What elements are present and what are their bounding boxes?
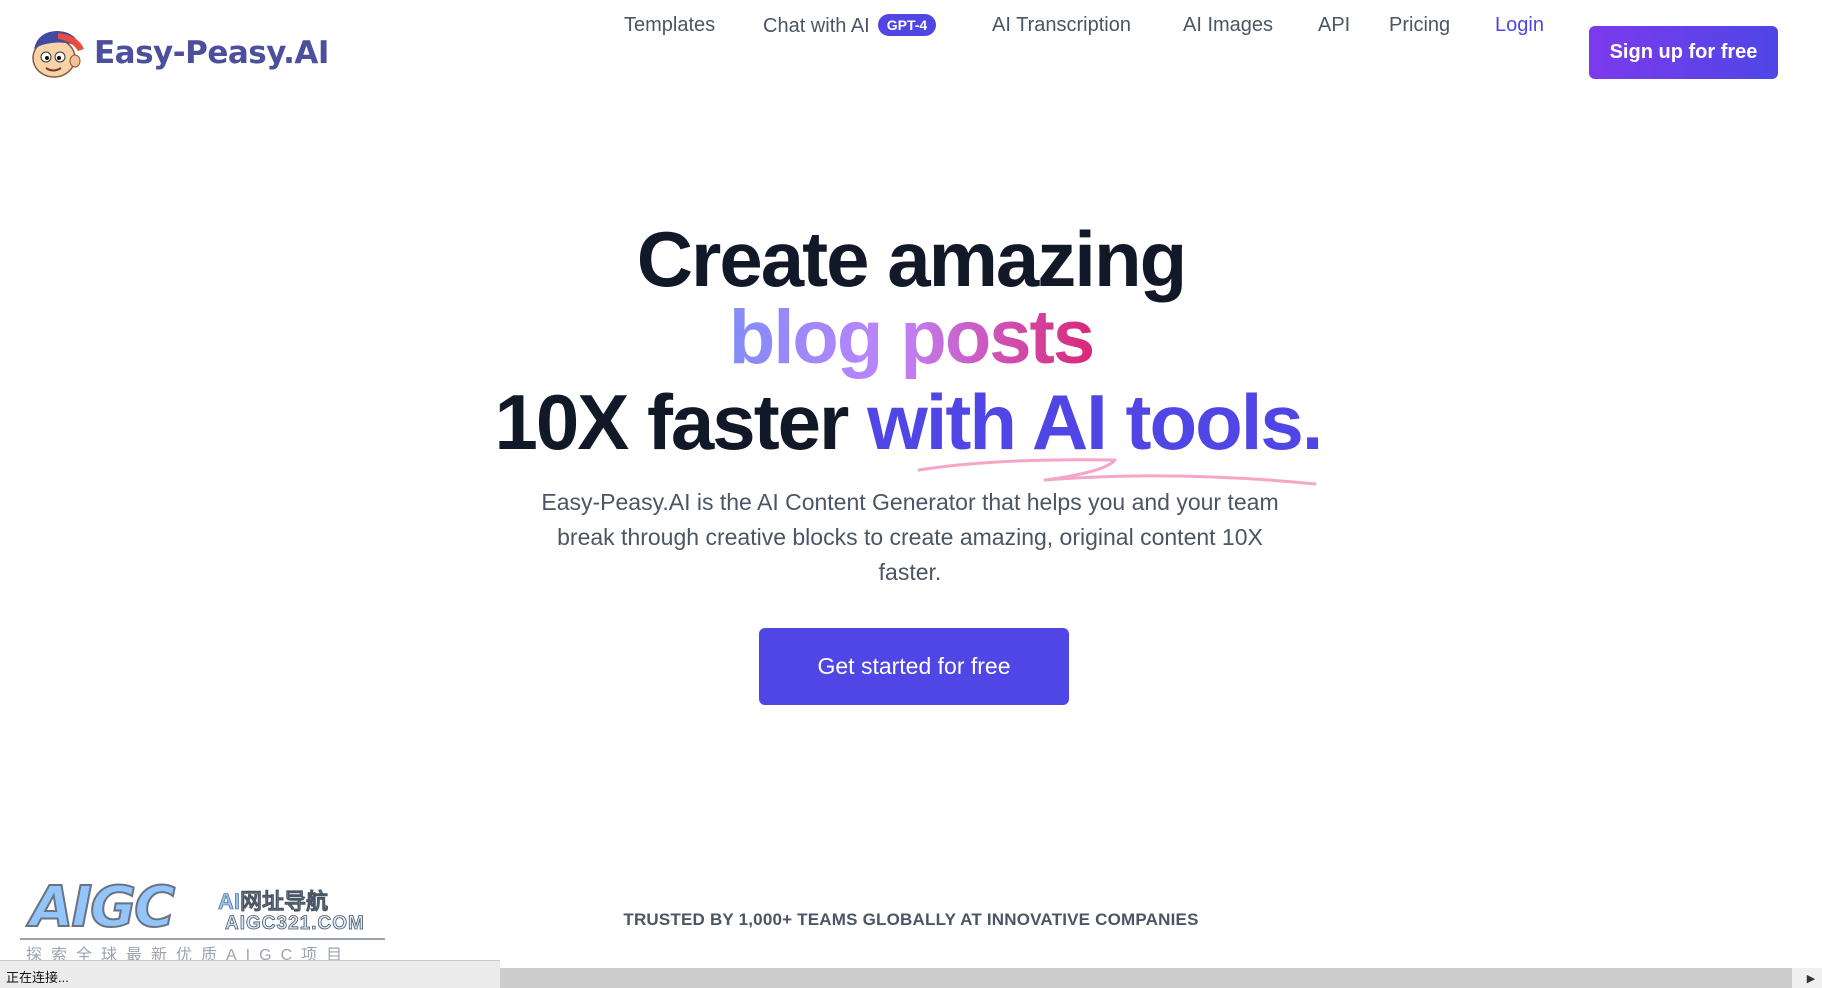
mascot-face-icon xyxy=(28,27,86,79)
arrow-right-icon[interactable]: ▶ xyxy=(1800,968,1822,988)
status-text: 正在连接... xyxy=(6,970,69,985)
watermark-divider xyxy=(20,938,385,940)
nav-ai-transcription[interactable]: AI Transcription xyxy=(992,14,1131,37)
watermark-url: AIGC321.COM xyxy=(225,913,365,935)
hero-gradient-text: blog posts xyxy=(728,295,1095,380)
brand-name: Easy-Peasy.AI xyxy=(94,35,329,71)
watermark-logo: AIGC AI网址导航 AIGC321.COM 探索全球最新优质AIGC项目 xyxy=(20,874,385,964)
hero-line3-plain: 10X faster xyxy=(494,378,868,466)
nav-api[interactable]: API xyxy=(1318,14,1350,37)
hero-title-line2: blog posts xyxy=(0,300,1822,376)
signup-button[interactable]: Sign up for free xyxy=(1589,26,1778,79)
hero-subtitle: Easy-Peasy.AI is the AI Content Generato… xyxy=(541,489,1279,585)
watermark-cn-title: AI网址导航 xyxy=(218,889,329,915)
gpt4-badge: GPT-4 xyxy=(877,14,937,36)
nav-templates[interactable]: Templates xyxy=(624,14,715,37)
hero-title-line3: 10X faster with AI tools. xyxy=(0,383,1819,461)
nav-chat-label: Chat with AI xyxy=(763,15,870,37)
browser-status-bar: 正在连接... xyxy=(0,960,500,988)
login-link[interactable]: Login xyxy=(1495,14,1544,37)
hero-title-line1: Create amazing xyxy=(636,215,1188,303)
brand-logo[interactable]: Easy-Peasy.AI xyxy=(28,26,329,80)
nav-ai-images[interactable]: AI Images xyxy=(1183,14,1273,37)
horizontal-scrollbar[interactable]: ▶ xyxy=(500,968,1822,988)
scrollbar-thumb[interactable] xyxy=(500,968,1792,988)
nav-pricing[interactable]: Pricing xyxy=(1389,14,1450,37)
get-started-button[interactable]: Get started for free xyxy=(759,628,1069,705)
site-header: Easy-Peasy.AI Templates Chat with AI GPT-… xyxy=(0,0,1822,106)
nav-chat-with-ai[interactable]: Chat with AI GPT-4 xyxy=(763,14,937,38)
underline-scribble xyxy=(917,458,1317,486)
watermark-aigc: AIGC xyxy=(29,874,176,941)
